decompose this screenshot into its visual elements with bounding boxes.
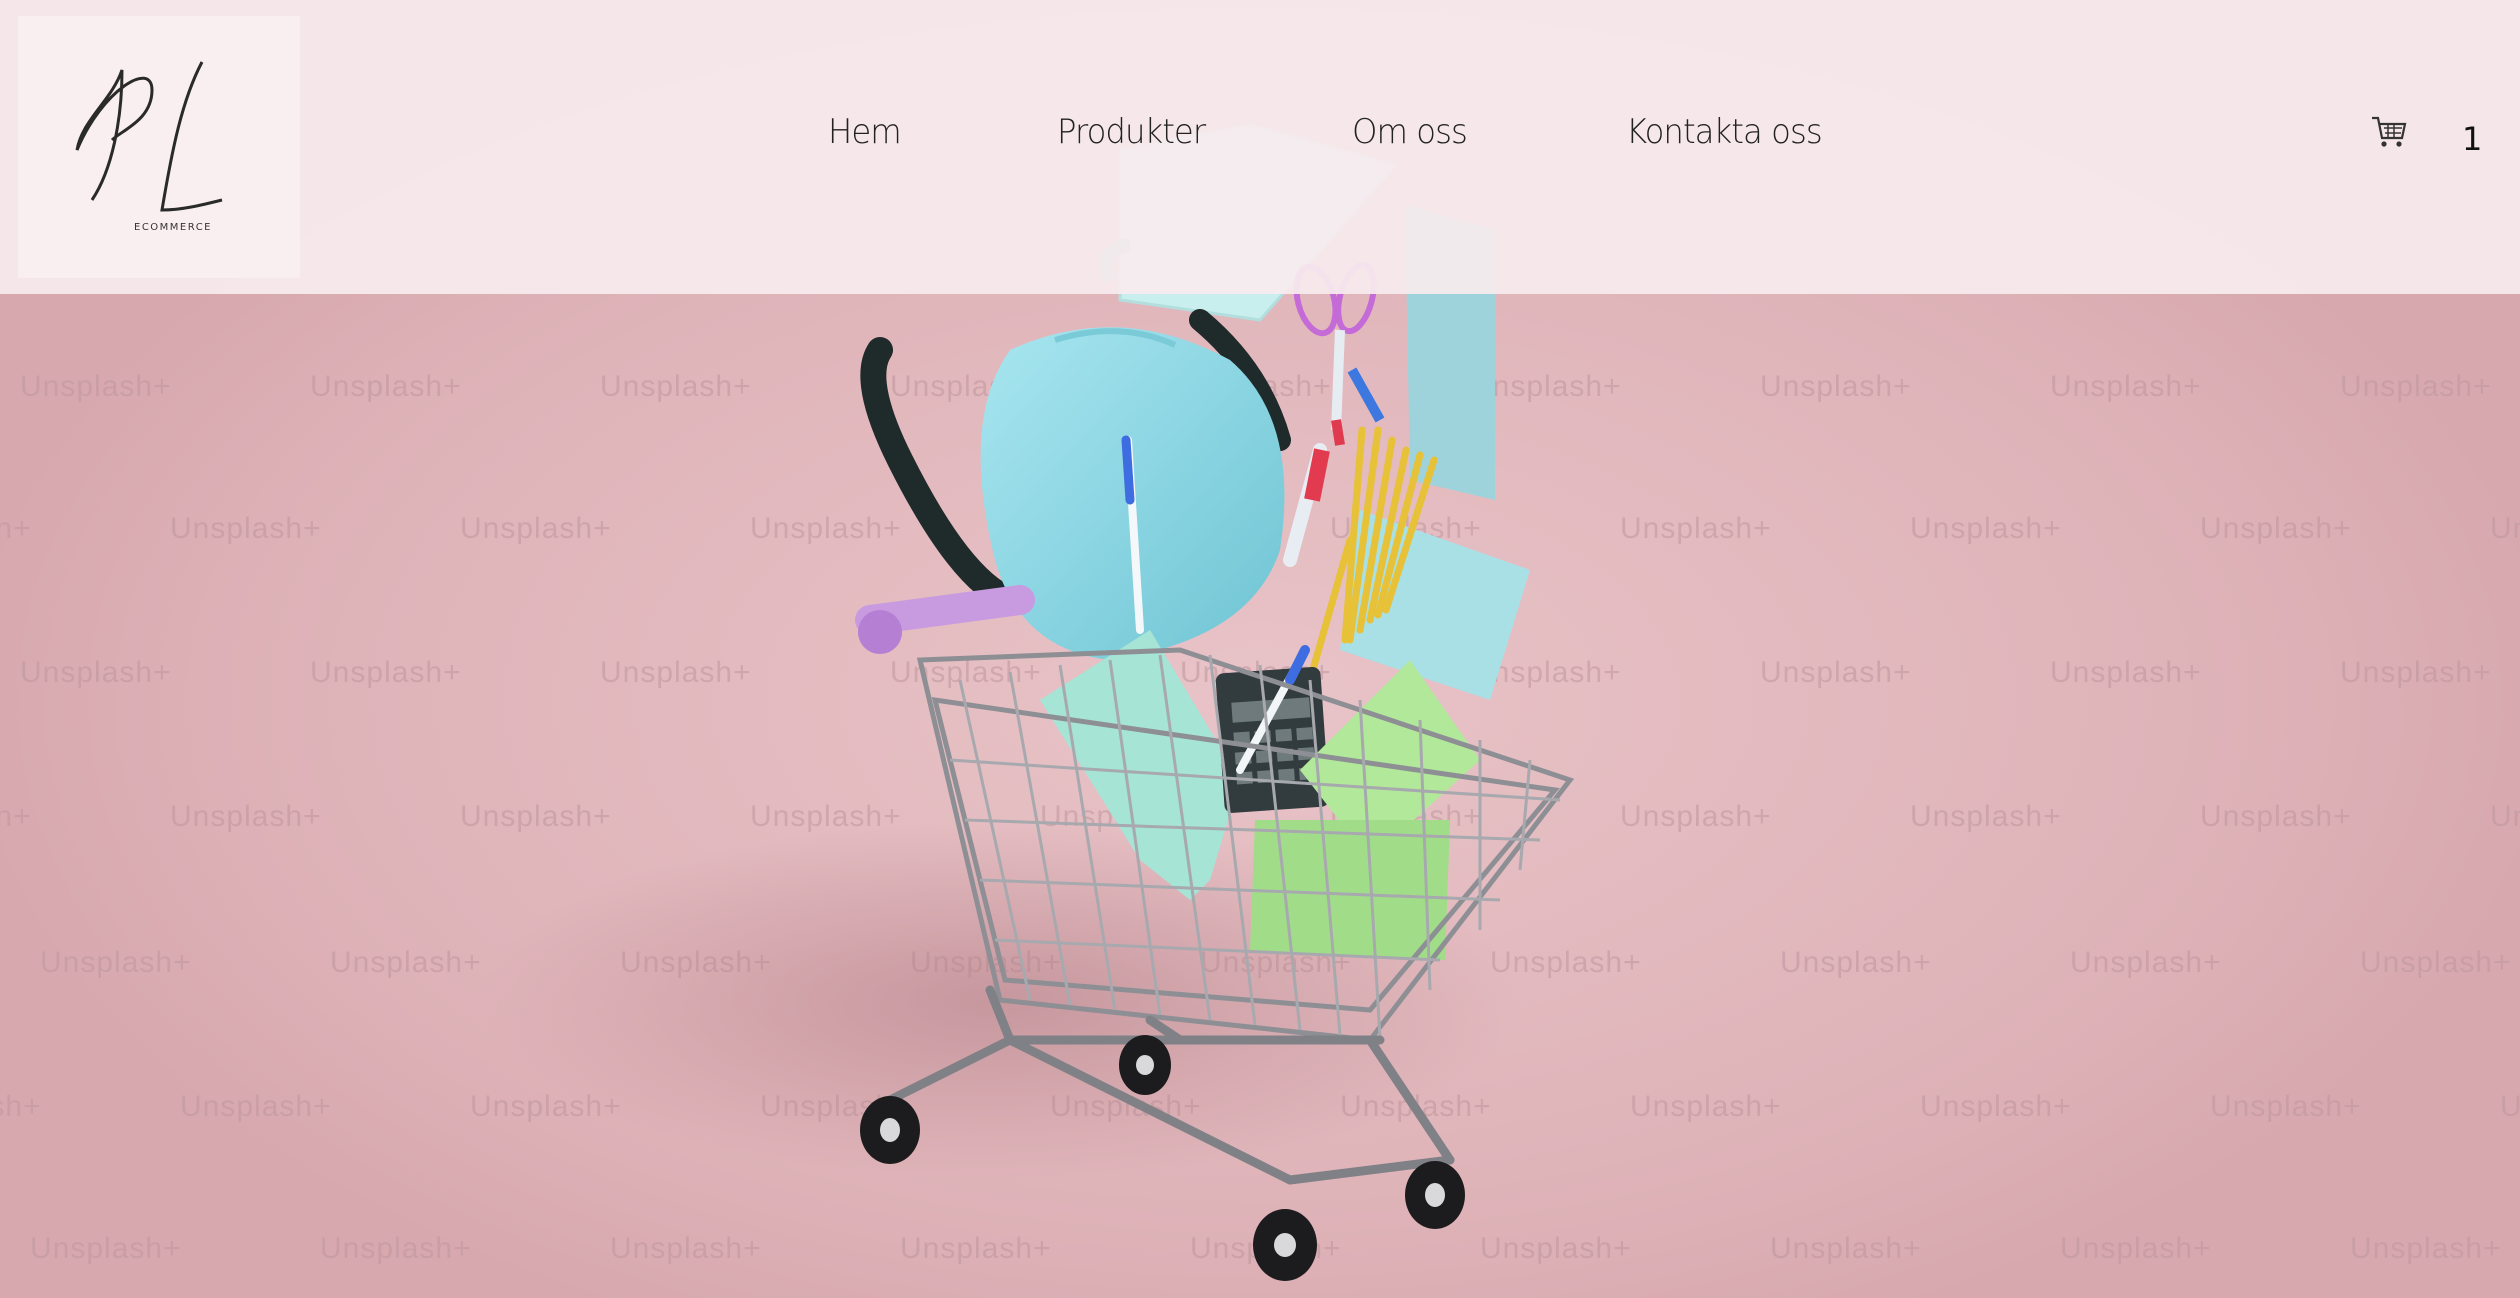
main-navigation: Hem Produkter Om oss Kontakta oss: [0, 112, 2520, 162]
logo-subtitle: ECOMMERCE: [134, 222, 212, 233]
page: Unsplash+ Unsplash+ Unsplash+ Unsplash+ Unsp…: [0, 0, 2520, 1298]
nav-link-kontakta-oss[interactable]: Kontakta oss: [1626, 112, 1823, 152]
cart-count[interactable]: 1: [2462, 120, 2482, 158]
nav-link-hem[interactable]: Hem: [828, 112, 902, 152]
nav-link-produkter[interactable]: Produkter: [1057, 112, 1206, 152]
shopping-cart-icon[interactable]: [2370, 112, 2408, 152]
nav-link-om-oss[interactable]: Om oss: [1352, 112, 1468, 152]
site-header: ECOMMERCE Hem Produkter Om oss Kontakta …: [0, 0, 2520, 294]
